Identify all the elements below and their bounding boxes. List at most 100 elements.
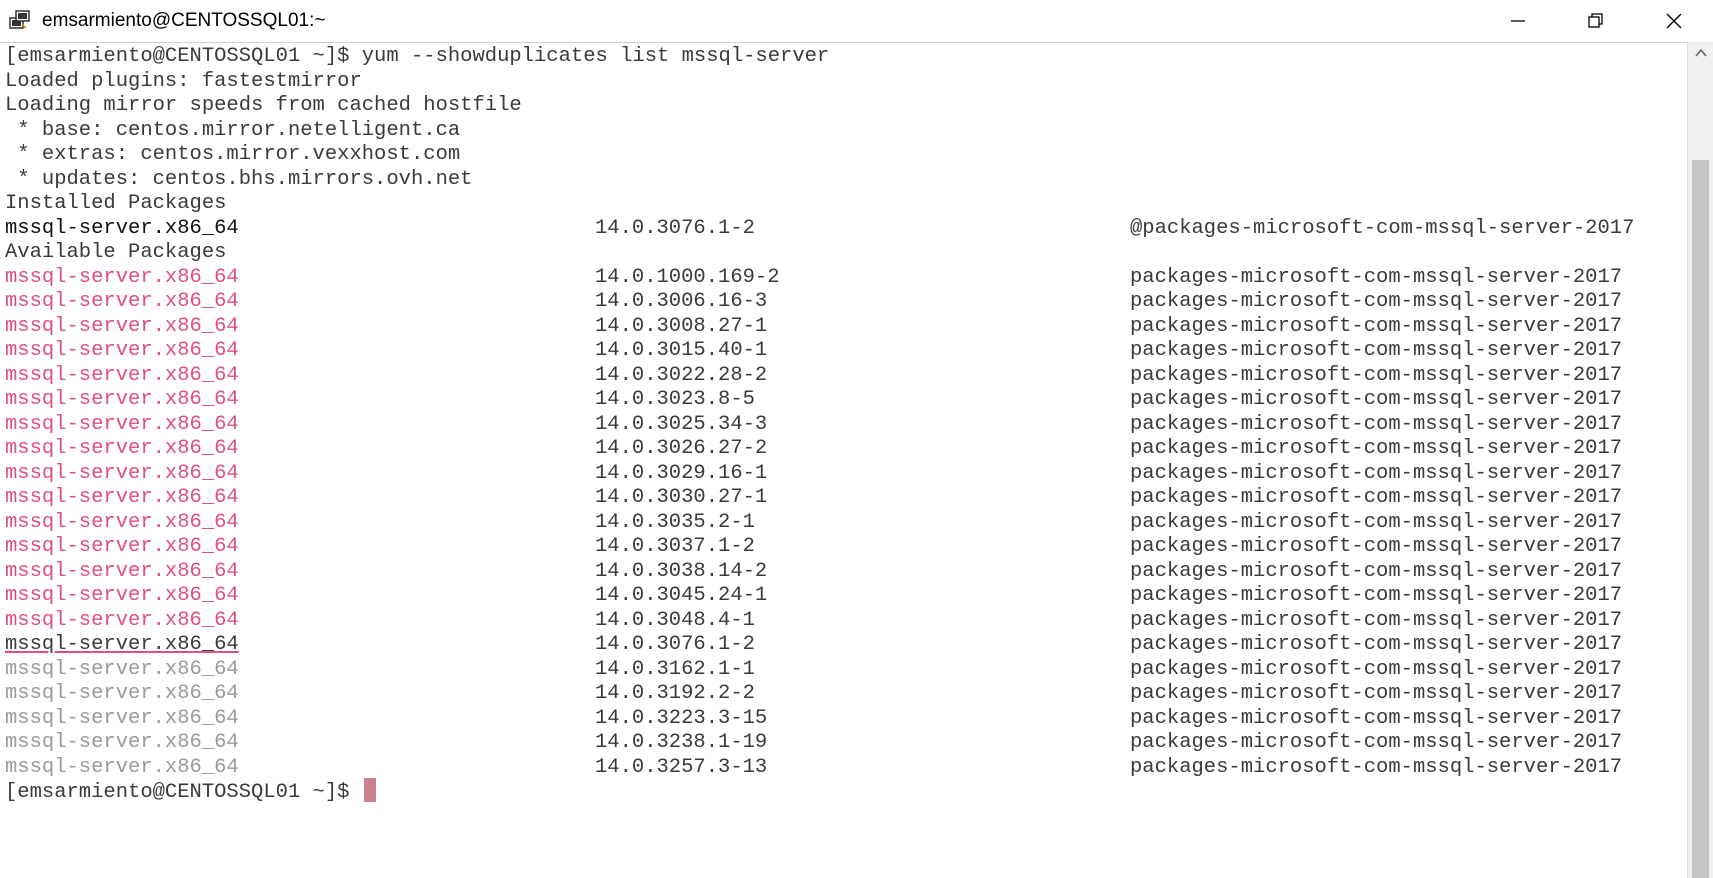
package-version: 14.0.3026.27-2 bbox=[595, 437, 768, 460]
available-package-row: mssql-server.x86_64 14.0.3015.40-1 package… bbox=[5, 337, 1685, 364]
output-line: * extras: centos.mirror.vexxhost.com bbox=[5, 143, 461, 166]
package-repo: packages-microsoft-com-mssql-server-2017 bbox=[1130, 510, 1623, 534]
text-cursor bbox=[363, 778, 376, 802]
package-repo: packages-microsoft-com-mssql-server-2017 bbox=[1130, 437, 1623, 460]
vertical-scrollbar[interactable] bbox=[1687, 42, 1713, 878]
package-name: mssql-server.x86_64 bbox=[5, 290, 239, 313]
maximize-icon bbox=[1588, 13, 1603, 28]
available-package-row: mssql-server.x86_64 14.0.3035.2-1 packages… bbox=[5, 509, 1685, 536]
available-package-row: mssql-server.x86_64 14.0.3162.1-1 packages… bbox=[5, 656, 1685, 683]
available-package-row: mssql-server.x86_64 14.0.3238.1-19 package… bbox=[5, 729, 1685, 756]
package-name: mssql-server.x86_64 bbox=[5, 633, 239, 656]
available-package-row: mssql-server.x86_64 14.0.3008.27-1 package… bbox=[5, 313, 1685, 340]
close-button[interactable] bbox=[1635, 0, 1713, 42]
installed-package-row: mssql-server.x86_64 14.0.3076.1-2 @packa… bbox=[5, 215, 1685, 242]
package-repo: packages-microsoft-com-mssql-server-2017 bbox=[1130, 657, 1623, 681]
available-package-row: mssql-server.x86_64 14.0.3006.16-3 package… bbox=[5, 288, 1685, 315]
package-name: mssql-server.x86_64 bbox=[5, 437, 239, 460]
title-bar[interactable]: emsarmiento@CENTOSSQL01:~ bbox=[0, 0, 1713, 42]
window-controls bbox=[1479, 0, 1713, 42]
package-repo: packages-microsoft-com-mssql-server-2017 bbox=[1130, 731, 1623, 754]
package-name: mssql-server.x86_64 bbox=[5, 363, 239, 387]
scrollbar-thumb[interactable] bbox=[1692, 160, 1709, 878]
terminal-window: emsarmiento@CENTOSSQL01:~ [emsarmiento@C… bbox=[0, 0, 1713, 878]
package-repo: packages-microsoft-com-mssql-server-2017 bbox=[1130, 559, 1623, 583]
output-line: Loading mirror speeds from cached hostfi… bbox=[5, 94, 522, 117]
available-package-row: mssql-server.x86_64 14.0.3037.1-2 packages… bbox=[5, 533, 1685, 560]
package-name: mssql-server.x86_64 bbox=[5, 682, 239, 705]
package-repo: packages-microsoft-com-mssql-server-2017 bbox=[1130, 608, 1623, 632]
output-line: * base: centos.mirror.netelligent.ca bbox=[5, 118, 461, 142]
package-repo: packages-microsoft-com-mssql-server-2017 bbox=[1130, 584, 1623, 607]
package-name: mssql-server.x86_64 bbox=[5, 412, 239, 436]
output-line: * updates: centos.bhs.mirrors.ovh.net bbox=[5, 167, 473, 191]
package-version: 14.0.3006.16-3 bbox=[595, 290, 768, 313]
available-package-row: mssql-server.x86_64 14.0.3076.1-2 packages… bbox=[5, 631, 1685, 658]
package-version: 14.0.3029.16-1 bbox=[595, 461, 768, 485]
minimize-button[interactable] bbox=[1479, 0, 1557, 42]
package-repo: packages-microsoft-com-mssql-server-2017 bbox=[1130, 339, 1623, 362]
package-name: mssql-server.x86_64 bbox=[5, 535, 239, 558]
command-line: [emsarmiento@CENTOSSQL01 ~]$ yum --showd… bbox=[5, 45, 830, 68]
available-header: Available Packages bbox=[5, 241, 227, 264]
package-version: 14.0.3023.8-5 bbox=[595, 388, 755, 411]
available-package-row: mssql-server.x86_64 14.0.3223.3-15 package… bbox=[5, 705, 1685, 732]
maximize-button[interactable] bbox=[1557, 0, 1635, 42]
available-package-row: mssql-server.x86_64 14.0.3192.2-2 packages… bbox=[5, 680, 1685, 707]
available-package-row: mssql-server.x86_64 14.0.1000.169-2 packag… bbox=[5, 264, 1685, 291]
package-repo: @packages-microsoft-com-mssql-server-201… bbox=[1130, 216, 1635, 240]
package-repo: packages-microsoft-com-mssql-server-2017 bbox=[1130, 486, 1623, 509]
package-version: 14.0.3257.3-13 bbox=[595, 755, 768, 779]
package-version: 14.0.3076.1-2 bbox=[595, 216, 755, 240]
package-name: mssql-server.x86_64 bbox=[5, 559, 239, 583]
package-repo: packages-microsoft-com-mssql-server-2017 bbox=[1130, 535, 1623, 558]
terminal-output[interactable]: [emsarmiento@CENTOSSQL01 ~]$ yum --showd… bbox=[0, 42, 1688, 878]
package-version: 14.0.3037.1-2 bbox=[595, 535, 755, 558]
package-name: mssql-server.x86_64 bbox=[5, 265, 239, 289]
package-name: mssql-server.x86_64 bbox=[5, 706, 239, 730]
package-name: mssql-server.x86_64 bbox=[5, 314, 239, 338]
package-name: mssql-server.x86_64 bbox=[5, 584, 239, 607]
package-version: 14.0.3162.1-1 bbox=[595, 657, 755, 681]
package-name: mssql-server.x86_64 bbox=[5, 461, 239, 485]
available-package-row: mssql-server.x86_64 14.0.3045.24-1 package… bbox=[5, 582, 1685, 609]
package-version: 14.0.3076.1-2 bbox=[595, 633, 755, 656]
package-repo: packages-microsoft-com-mssql-server-2017 bbox=[1130, 265, 1623, 289]
package-repo: packages-microsoft-com-mssql-server-2017 bbox=[1130, 633, 1623, 656]
package-version: 14.0.3238.1-19 bbox=[595, 731, 768, 754]
package-name: mssql-server.x86_64 bbox=[5, 657, 239, 681]
package-repo: packages-microsoft-com-mssql-server-2017 bbox=[1130, 706, 1623, 730]
scroll-up-button[interactable] bbox=[1688, 42, 1713, 64]
package-version: 14.0.3030.27-1 bbox=[595, 486, 768, 509]
package-version: 14.0.3008.27-1 bbox=[595, 314, 768, 338]
putty-icon[interactable] bbox=[6, 7, 34, 35]
package-version: 14.0.1000.169-2 bbox=[595, 265, 780, 289]
shell-prompt: [emsarmiento@CENTOSSQL01 ~]$ bbox=[5, 781, 362, 804]
package-name: mssql-server.x86_64 bbox=[5, 510, 239, 534]
package-name: mssql-server.x86_64 bbox=[5, 486, 239, 509]
package-repo: packages-microsoft-com-mssql-server-2017 bbox=[1130, 388, 1623, 411]
package-version: 14.0.3015.40-1 bbox=[595, 339, 768, 362]
chevron-up-icon bbox=[1694, 48, 1707, 57]
package-name: mssql-server.x86_64 bbox=[5, 608, 239, 632]
package-name: mssql-server.x86_64 bbox=[5, 216, 239, 240]
package-repo: packages-microsoft-com-mssql-server-2017 bbox=[1130, 682, 1623, 705]
package-repo: packages-microsoft-com-mssql-server-2017 bbox=[1130, 363, 1623, 387]
available-package-row: mssql-server.x86_64 14.0.3025.34-3 package… bbox=[5, 411, 1685, 438]
available-package-row: mssql-server.x86_64 14.0.3048.4-1 packages… bbox=[5, 607, 1685, 634]
package-repo: packages-microsoft-com-mssql-server-2017 bbox=[1130, 290, 1623, 313]
package-version: 14.0.3192.2-2 bbox=[595, 682, 755, 705]
available-package-row: mssql-server.x86_64 14.0.3257.3-13 package… bbox=[5, 754, 1685, 781]
package-name: mssql-server.x86_64 bbox=[5, 755, 239, 779]
available-package-row: mssql-server.x86_64 14.0.3023.8-5 packages… bbox=[5, 386, 1685, 413]
package-version: 14.0.3045.24-1 bbox=[595, 584, 768, 607]
minimize-icon bbox=[1511, 20, 1525, 22]
package-name: mssql-server.x86_64 bbox=[5, 388, 239, 411]
package-name: mssql-server.x86_64 bbox=[5, 339, 239, 362]
package-version: 14.0.3035.2-1 bbox=[595, 510, 755, 534]
available-package-row: mssql-server.x86_64 14.0.3038.14-2 package… bbox=[5, 558, 1685, 585]
package-version: 14.0.3038.14-2 bbox=[595, 559, 768, 583]
close-icon bbox=[1666, 13, 1682, 29]
prompt-line[interactable]: [emsarmiento@CENTOSSQL01 ~]$ bbox=[5, 778, 1685, 805]
installed-header: Installed Packages bbox=[5, 192, 227, 215]
